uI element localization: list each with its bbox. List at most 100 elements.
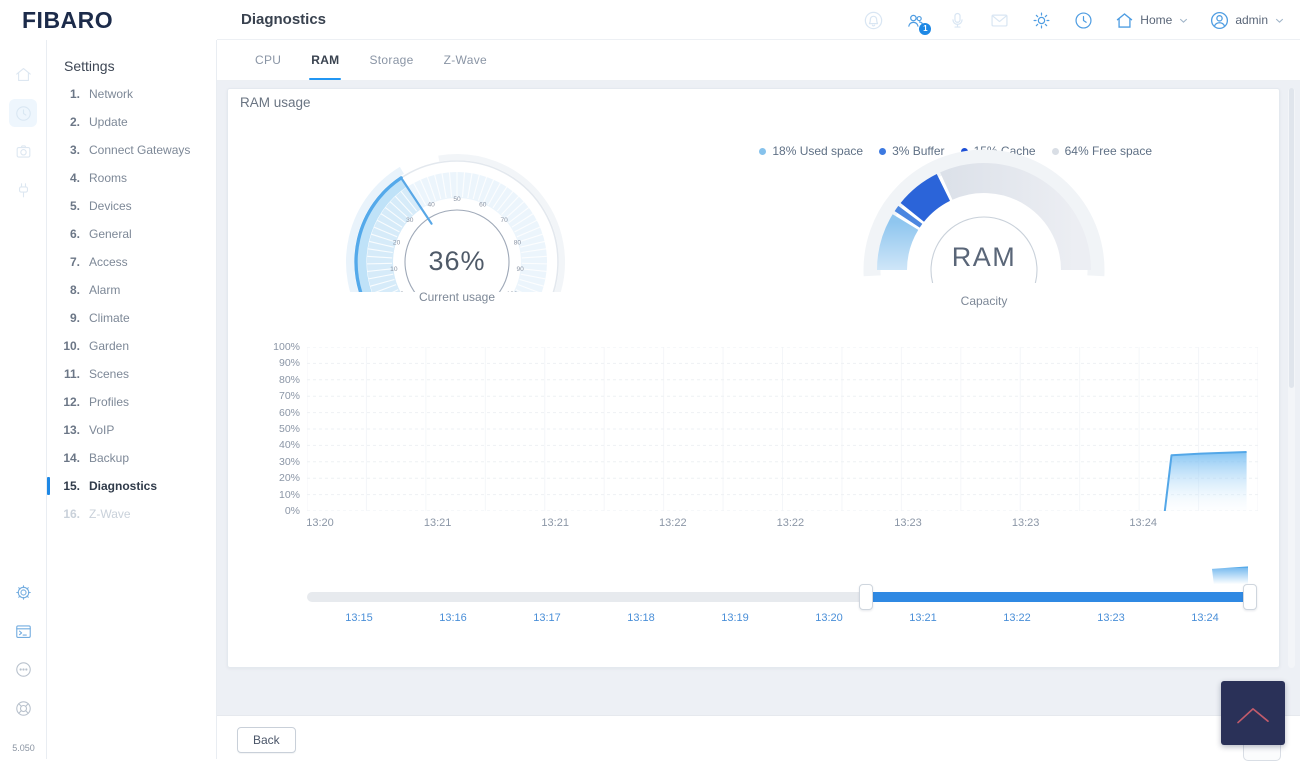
- home-icon[interactable]: [9, 60, 37, 88]
- support-chat-widget[interactable]: [1221, 681, 1285, 745]
- slider-time-label: 13:24: [1191, 612, 1219, 624]
- item-number: 5.: [69, 199, 80, 213]
- sidebar-item-general[interactable]: 6. General: [47, 220, 216, 248]
- legend-item-18-used-space: 18% Used space: [759, 144, 863, 158]
- slider-time-label: 13:20: [815, 612, 843, 624]
- item-label: VoIP: [89, 423, 115, 437]
- item-number: 7.: [69, 255, 80, 269]
- svg-text:80: 80: [514, 240, 522, 247]
- item-number: 3.: [69, 143, 80, 157]
- y-axis-label: 100%: [273, 341, 300, 353]
- lifebuoy-icon[interactable]: [9, 694, 37, 722]
- chart-plot-area: [307, 347, 1258, 511]
- sidebar-item-scenes[interactable]: 11. Scenes: [47, 360, 216, 388]
- x-axis-label: 13:23: [1011, 517, 1040, 529]
- scrollbar-thumb[interactable]: [1289, 88, 1294, 388]
- back-button[interactable]: Back: [237, 727, 296, 753]
- microphone-icon[interactable]: [946, 9, 969, 32]
- item-label: Network: [89, 87, 134, 101]
- sidebar-item-devices[interactable]: 5. Devices: [47, 192, 216, 220]
- envelope-icon[interactable]: [988, 9, 1011, 32]
- sidebar-item-update[interactable]: 2. Update: [47, 108, 216, 136]
- svg-text:40: 40: [428, 201, 436, 208]
- diagnostics-tabbar: CPU RAM Storage Z-Wave: [217, 40, 1300, 81]
- item-number: 1.: [69, 87, 80, 101]
- fibaro-logo[interactable]: FIBARO: [22, 7, 113, 34]
- current-usage-gauge: 010203040506070809010036%: [342, 132, 572, 321]
- x-axis-label: 13:22: [776, 517, 805, 529]
- logo-box: FIBARO: [0, 0, 217, 40]
- camera-icon[interactable]: [9, 137, 37, 165]
- slider-handle-right[interactable]: [1243, 584, 1258, 610]
- clock-icon[interactable]: [1072, 9, 1095, 32]
- item-label: Access: [89, 255, 128, 269]
- sidebar-item-profiles[interactable]: 12. Profiles: [47, 388, 216, 416]
- slider-time-label: 13:22: [1003, 612, 1031, 624]
- y-axis-label: 60%: [278, 406, 300, 419]
- y-axis-label: 40%: [278, 439, 300, 452]
- item-label: Devices: [89, 199, 132, 213]
- slider-time-label: 13:16: [439, 612, 467, 624]
- user-menu[interactable]: admin: [1209, 10, 1286, 31]
- tab-cpu[interactable]: CPU: [253, 40, 283, 80]
- terminal-icon[interactable]: [9, 617, 37, 645]
- version-label: 5.050: [12, 743, 35, 753]
- capacity-caption: Capacity: [960, 294, 1008, 308]
- slider-time-label: 13:21: [909, 612, 937, 624]
- slider-time-label: 13:23: [1097, 612, 1125, 624]
- item-number: 8.: [69, 283, 80, 297]
- item-label: Alarm: [89, 283, 121, 297]
- users-icon[interactable]: 1: [904, 9, 932, 35]
- help-icon[interactable]: [9, 655, 37, 683]
- svg-text:RAM: RAM: [952, 242, 1017, 272]
- left-icon-rail: 5.050: [0, 0, 47, 759]
- sidebar-item-diagnostics[interactable]: 15. Diagnostics: [47, 472, 216, 500]
- y-axis-label: 0%: [284, 505, 300, 517]
- led-brightness-icon[interactable]: [1030, 9, 1053, 32]
- y-axis-label: 10%: [278, 488, 300, 501]
- sidebar-item-network[interactable]: 1. Network: [47, 80, 216, 108]
- item-label: Z-Wave: [89, 507, 131, 521]
- sidebar-item-backup[interactable]: 14. Backup: [47, 444, 216, 472]
- sidebar-item-alarm[interactable]: 8. Alarm: [47, 276, 216, 304]
- home-menu[interactable]: Home: [1114, 10, 1190, 31]
- sidebar-item-climate[interactable]: 9. Climate: [47, 304, 216, 332]
- clock-icon[interactable]: [9, 99, 37, 127]
- svg-text:36%: 36%: [428, 246, 485, 276]
- tab-storage[interactable]: Storage: [367, 40, 415, 80]
- svg-text:20: 20: [393, 240, 401, 247]
- sidebar-item-access[interactable]: 7. Access: [47, 248, 216, 276]
- capacity-gauge: RAM: [849, 128, 1119, 305]
- header-icons: 1: [862, 9, 1095, 35]
- item-label: General: [89, 227, 132, 241]
- sidebar-item-garden[interactable]: 10. Garden: [47, 332, 216, 360]
- gear-icon[interactable]: [9, 578, 37, 606]
- sidebar-item-voip[interactable]: 13. VoIP: [47, 416, 216, 444]
- user-avatar-icon: [1211, 11, 1229, 29]
- x-axis-label: 13:21: [541, 517, 569, 529]
- header-actions: 1 Home admin: [862, 0, 1286, 40]
- item-number: 12.: [63, 395, 80, 409]
- current-usage-caption: Current usage: [418, 290, 496, 304]
- item-number: 4.: [69, 171, 80, 185]
- home-menu-label: Home: [1140, 13, 1173, 27]
- time-range-slider-selection[interactable]: [866, 592, 1251, 602]
- sidebar-item-z-wave[interactable]: 16. Z-Wave: [47, 500, 216, 528]
- item-number: 10.: [63, 339, 80, 353]
- item-number: 11.: [63, 367, 80, 381]
- slider-handle-left[interactable]: [859, 584, 874, 610]
- item-number: 2.: [69, 115, 80, 129]
- sidebar-item-rooms[interactable]: 4. Rooms: [47, 164, 216, 192]
- tab-z-wave[interactable]: Z-Wave: [442, 40, 489, 80]
- plug-icon[interactable]: [9, 176, 37, 204]
- item-label: Backup: [89, 451, 130, 465]
- item-number: 15.: [63, 479, 80, 493]
- item-label: Update: [89, 115, 128, 129]
- tab-ram[interactable]: RAM: [309, 40, 342, 80]
- sidebar-item-connect-gateways[interactable]: 3. Connect Gateways: [47, 136, 216, 164]
- svg-text:70: 70: [501, 217, 509, 224]
- footer-bar: Back: [217, 715, 1300, 759]
- settings-sidebar: Settings 1. Network 2. Update 3. Connect Gate…: [47, 40, 217, 759]
- page-title: Diagnostics: [241, 11, 327, 28]
- alarm-bell-icon[interactable]: [862, 9, 885, 32]
